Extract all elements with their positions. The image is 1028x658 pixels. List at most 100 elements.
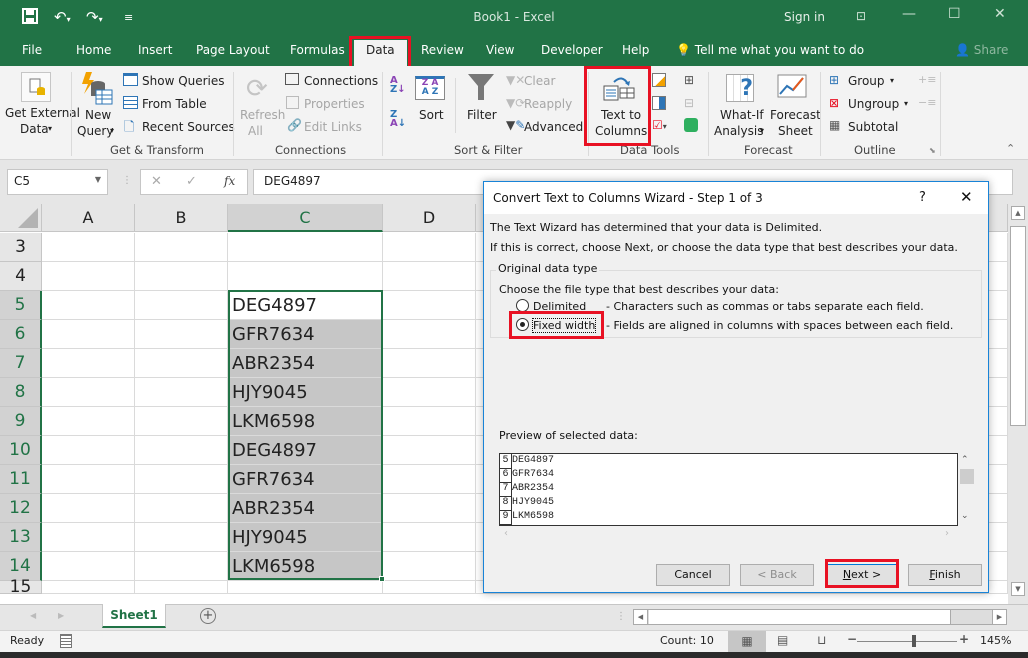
cell-c6[interactable]: GFR7634 <box>228 320 383 349</box>
row-header[interactable]: 4 <box>0 262 42 291</box>
cell-b7[interactable] <box>135 349 228 378</box>
page-layout-view-icon[interactable]: ▤ <box>777 633 788 647</box>
row-header[interactable]: 10 <box>0 436 42 465</box>
data-preview[interactable]: 5 DEG4897 6 GFR7634 7 ABR2354 8 HJY9045 9 LKM6598 <box>499 453 958 526</box>
fill-handle[interactable] <box>379 576 385 582</box>
cell-d8[interactable] <box>383 378 476 407</box>
outline-dialog-launcher-icon[interactable]: ⬊ <box>929 146 936 155</box>
cell-d3[interactable] <box>383 233 476 262</box>
radio-delimited-circle[interactable] <box>516 299 529 312</box>
next-sheet-icon[interactable]: ▶ <box>58 611 64 620</box>
manage-data-model-icon[interactable] <box>684 118 698 132</box>
row-header[interactable]: 5 <box>0 291 42 320</box>
cell-b8[interactable] <box>135 378 228 407</box>
cell-a9[interactable] <box>42 407 135 436</box>
radio-fixed-width-circle[interactable] <box>516 318 529 331</box>
name-box[interactable]: C5 ▼ <box>7 169 108 195</box>
cell-b5[interactable] <box>135 291 228 320</box>
cell-c12[interactable]: ABR2354 <box>228 494 383 523</box>
maximize-icon[interactable]: ☐ <box>948 6 961 22</box>
cell-b9[interactable] <box>135 407 228 436</box>
data-validation-icon[interactable]: ☑▾ <box>652 118 667 132</box>
cell-c5[interactable]: DEG4897 <box>228 291 383 320</box>
row-header[interactable]: 15 <box>0 579 42 596</box>
tab-review[interactable]: Review <box>421 43 464 57</box>
insert-function-icon[interactable]: fx <box>224 174 235 188</box>
tab-data[interactable]: Data <box>354 40 407 66</box>
cell-b12[interactable] <box>135 494 228 523</box>
tab-formulas[interactable]: Formulas <box>290 43 345 57</box>
cell-a13[interactable] <box>42 523 135 552</box>
cell-b11[interactable] <box>135 465 228 494</box>
chevron-down-icon[interactable]: ▼ <box>95 175 101 184</box>
cell-a8[interactable] <box>42 378 135 407</box>
preview-vertical-scrollbar[interactable]: ⌃ ⌄ <box>958 453 976 526</box>
tab-developer[interactable]: Developer <box>541 43 603 57</box>
cell-a12[interactable] <box>42 494 135 523</box>
zoom-in-icon[interactable]: + <box>959 632 969 646</box>
next-button[interactable]: Next > <box>825 564 899 586</box>
cell-b10[interactable] <box>135 436 228 465</box>
cell-a6[interactable] <box>42 320 135 349</box>
column-header-c[interactable]: C <box>228 204 383 232</box>
tell-me-search[interactable]: 💡 Tell me what you want to do <box>676 43 864 57</box>
consolidate-icon[interactable]: ⊞ <box>684 73 694 87</box>
prev-sheet-icon[interactable]: ◀ <box>30 611 36 620</box>
cancel-button[interactable]: Cancel <box>656 564 730 586</box>
cell-b6[interactable] <box>135 320 228 349</box>
horizontal-scrollbar[interactable]: ◀ ▶ <box>633 609 1007 625</box>
cell-d9[interactable] <box>383 407 476 436</box>
cell-a10[interactable] <box>42 436 135 465</box>
minimize-icon[interactable]: — <box>902 6 916 22</box>
row-header[interactable]: 3 <box>0 233 42 262</box>
row-header[interactable]: 12 <box>0 494 42 523</box>
column-header-a[interactable]: A <box>42 204 135 232</box>
tab-help[interactable]: Help <box>622 43 649 57</box>
preview-scroll-thumb[interactable] <box>960 469 974 484</box>
vertical-scrollbar[interactable]: ▲ ▼ <box>1008 204 1028 604</box>
cell-c15[interactable] <box>228 581 383 594</box>
back-button[interactable]: < Back <box>740 564 814 586</box>
finish-button[interactable]: Finish <box>908 564 982 586</box>
cell-c3[interactable] <box>228 233 383 262</box>
sort-z-to-a-icon[interactable]: Z A↓ <box>390 110 406 129</box>
ribbon-display-options-icon[interactable]: ⊡ <box>856 9 866 23</box>
cell-c13[interactable]: HJY9045 <box>228 523 383 552</box>
cell-b3[interactable] <box>135 233 228 262</box>
select-all-corner[interactable] <box>0 204 42 232</box>
tab-view[interactable]: View <box>486 43 514 57</box>
sheet-tab-sheet1[interactable]: Sheet1 <box>102 604 166 628</box>
cancel-entry-icon[interactable]: ✕ <box>151 174 162 189</box>
tab-home[interactable]: Home <box>76 43 111 57</box>
cell-c14[interactable]: LKM6598 <box>228 552 383 581</box>
tab-insert[interactable]: Insert <box>138 43 172 57</box>
cell-b15[interactable] <box>135 581 228 594</box>
cell-d15[interactable] <box>383 581 476 594</box>
cell-d10[interactable] <box>383 436 476 465</box>
cell-c10[interactable]: DEG4897 <box>228 436 383 465</box>
confirm-entry-icon[interactable]: ✓ <box>186 174 197 189</box>
cell-c4[interactable] <box>228 262 383 291</box>
sort-a-to-z-icon[interactable]: A Z↓ <box>390 76 406 95</box>
close-dialog-icon[interactable]: ✕ <box>960 188 973 206</box>
cell-d4[interactable] <box>383 262 476 291</box>
cell-b4[interactable] <box>135 262 228 291</box>
cell-a4[interactable] <box>42 262 135 291</box>
cell-a11[interactable] <box>42 465 135 494</box>
normal-view-icon[interactable]: ▦ <box>728 631 766 652</box>
cell-d5[interactable] <box>383 291 476 320</box>
row-header[interactable]: 11 <box>0 465 42 494</box>
cell-a3[interactable] <box>42 233 135 262</box>
add-sheet-icon[interactable]: + <box>200 608 216 624</box>
row-header[interactable]: 8 <box>0 378 42 407</box>
cell-d6[interactable] <box>383 320 476 349</box>
cell-d14[interactable] <box>383 552 476 581</box>
row-header[interactable]: 7 <box>0 349 42 378</box>
preview-scroll-right-icon[interactable]: › <box>945 528 949 539</box>
macro-recording-icon[interactable] <box>60 634 72 648</box>
column-header-b[interactable]: B <box>135 204 228 232</box>
hide-detail-icon[interactable]: −≡ <box>918 96 936 109</box>
preview-scroll-left-icon[interactable]: ‹ <box>504 528 508 539</box>
tab-file[interactable]: File <box>22 43 42 57</box>
row-header[interactable]: 6 <box>0 320 42 349</box>
